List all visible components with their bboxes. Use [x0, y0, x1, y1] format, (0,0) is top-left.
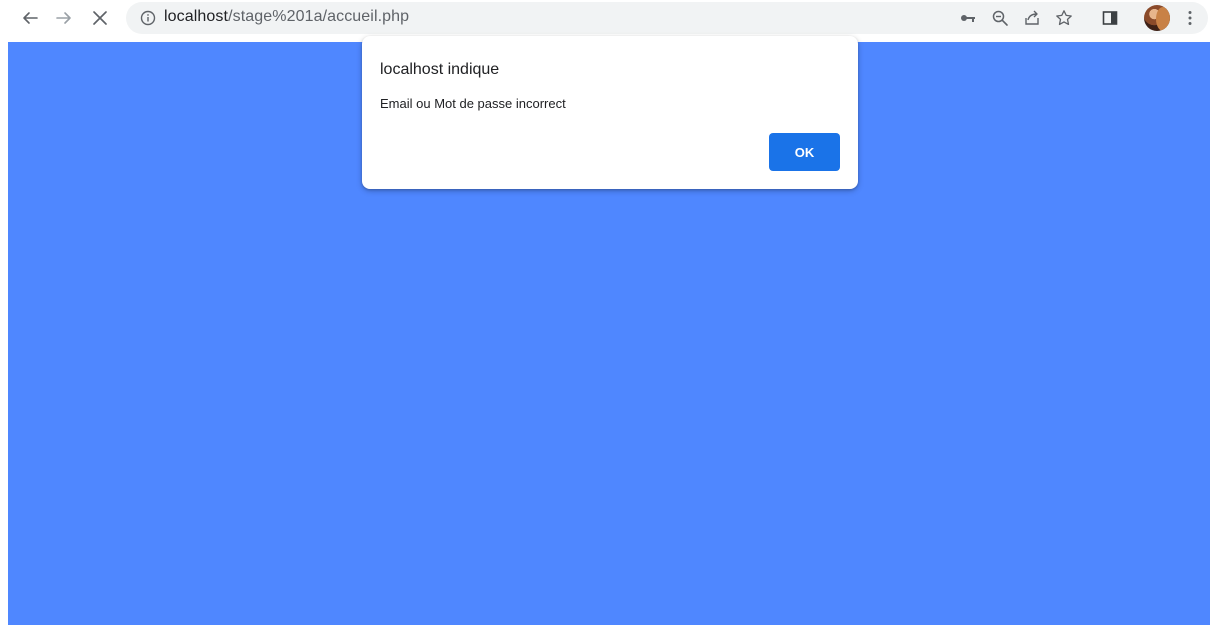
menu-button[interactable]: [1180, 8, 1200, 28]
dialog-title: localhost indique: [380, 61, 500, 78]
avatar[interactable]: [1144, 5, 1170, 31]
arrow-right-icon: [56, 12, 71, 24]
bookmark-button[interactable]: [1054, 8, 1074, 28]
forward-button[interactable]: [50, 4, 78, 32]
close-icon: [93, 11, 107, 25]
url-path: /stage%201a/accueil.php: [228, 8, 410, 25]
info-icon[interactable]: [140, 10, 156, 26]
url-text[interactable]: localhost/stage%201a/accueil.php: [164, 8, 409, 26]
key-icon: [961, 15, 975, 22]
back-button[interactable]: [16, 4, 44, 32]
password-key-button[interactable]: [958, 8, 978, 28]
side-panel-button[interactable]: [1100, 8, 1120, 28]
share-button[interactable]: [1022, 8, 1042, 28]
zoom-button[interactable]: [990, 8, 1010, 28]
zoom-out-icon: [992, 10, 1008, 26]
share-icon: [1025, 10, 1039, 25]
dialog-message: Email ou Mot de passe incorrect: [380, 96, 566, 111]
avatar-hair: [1156, 7, 1170, 31]
side-panel-icon: [1102, 11, 1118, 25]
star-icon: [1056, 10, 1072, 26]
alert-dialog: localhost indique Email ou Mot de passe …: [362, 36, 858, 189]
browser-toolbar: localhost/stage%201a/accueil.php: [0, 0, 1210, 38]
url-host: localhost: [164, 8, 229, 25]
stop-loading-button[interactable]: [86, 4, 114, 32]
kebab-menu-icon: [1188, 11, 1192, 25]
arrow-left-icon: [23, 12, 38, 24]
ok-button[interactable]: OK: [769, 133, 840, 171]
browser-window: localhost/stage%201a/accueil.php localho…: [0, 0, 1210, 625]
